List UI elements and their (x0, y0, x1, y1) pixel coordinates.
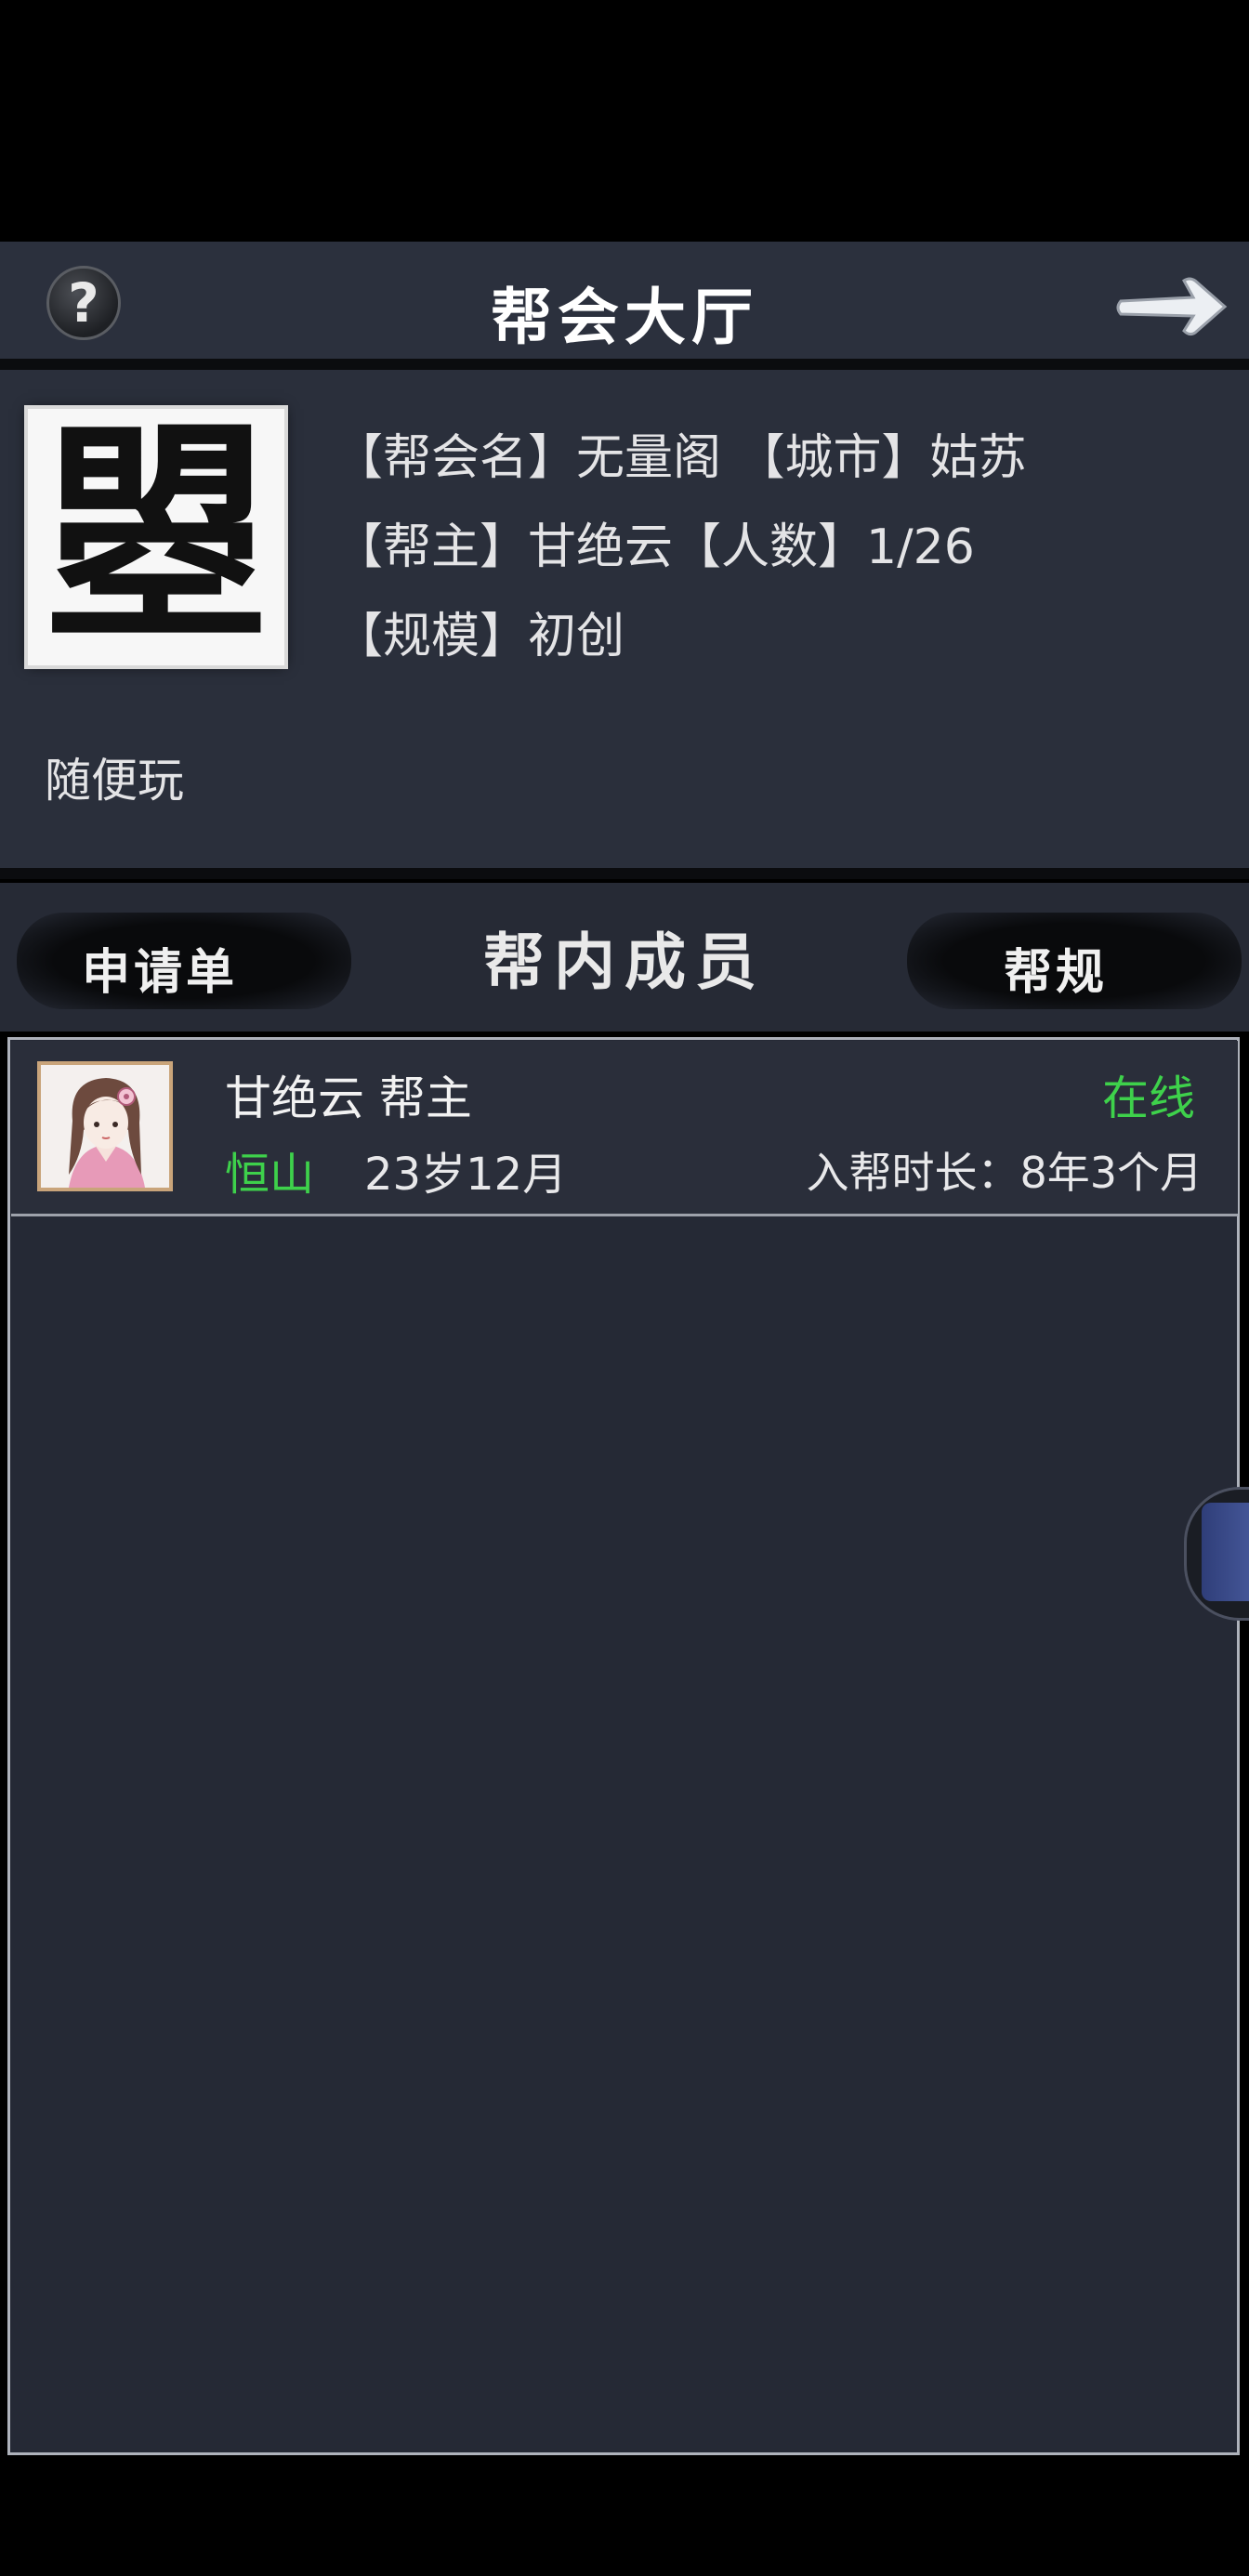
page-title: 帮会大厅 (491, 281, 758, 353)
member-list[interactable] (7, 1037, 1240, 2455)
divider (0, 359, 1249, 370)
guild-name-city: 【帮会名】无量阁 【城市】姑苏 (335, 430, 1027, 486)
member-school: 恒山 (225, 1149, 315, 1201)
back-button[interactable] (1115, 269, 1230, 344)
member-online-status: 在线 (1102, 1071, 1195, 1125)
guild-motto: 随便玩 (45, 754, 184, 808)
member-avatar[interactable] (37, 1061, 173, 1191)
member-name: 甘绝云 帮主 (225, 1071, 472, 1125)
tab-rules-label: 帮规 (1004, 944, 1109, 1001)
guild-scale: 【规模】初创 (335, 609, 625, 664)
emblem-glyph: 曌 (40, 409, 272, 665)
book-icon (1202, 1503, 1249, 1601)
divider (0, 868, 1249, 879)
guild-leader-count: 【帮主】甘绝云【人数】1/26 (335, 519, 975, 575)
female-portrait-avatar (41, 1065, 169, 1188)
member-age: 23岁12月 (364, 1149, 568, 1201)
arrow-right-icon (1116, 277, 1228, 336)
member-join-duration: 入帮时长：8年3个月 (806, 1148, 1203, 1198)
guild-emblem: 曌 (28, 409, 284, 665)
